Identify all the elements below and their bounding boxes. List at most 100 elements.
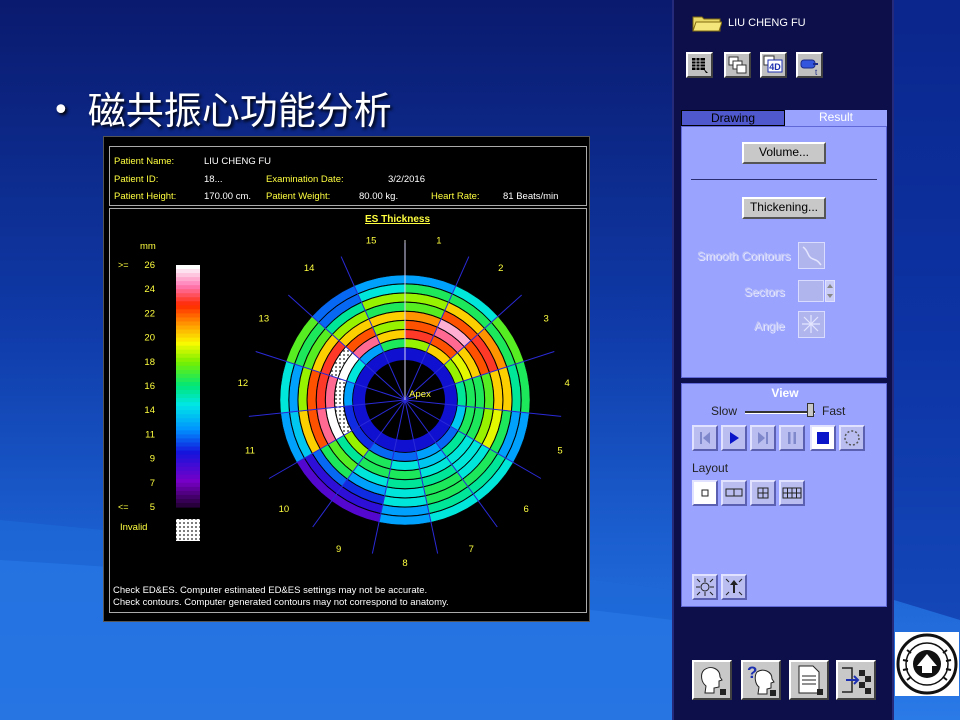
- invalid-label: Invalid: [120, 522, 147, 533]
- volume-button[interactable]: Volume...: [742, 142, 826, 164]
- colorbar-segment: [176, 273, 200, 278]
- thickening-button-label: Thickening...: [749, 200, 819, 214]
- colorbar-tick-label: 24: [144, 284, 155, 295]
- invalid-swatch: [176, 519, 200, 541]
- layout-two-button[interactable]: [721, 480, 747, 506]
- colorbar-le-label: <=: [118, 502, 129, 512]
- colorbar-segment: [176, 418, 200, 423]
- colorbar-segment: [176, 498, 200, 504]
- sector-label: 3: [544, 314, 549, 325]
- speed-slider-track[interactable]: [745, 411, 815, 414]
- colorbar-segment: [176, 386, 200, 391]
- bullseye-chart: mm2624222018161411975>=<=Invalid15 123456…: [118, 236, 570, 569]
- patient-height-value: 170.00 cm.: [204, 191, 251, 202]
- sector-label: 7: [469, 544, 474, 555]
- tab-drawing[interactable]: Drawing: [681, 110, 785, 126]
- smooth-contours-button[interactable]: [798, 242, 825, 269]
- pause-button[interactable]: [779, 425, 805, 451]
- colorbar-segment: [176, 458, 200, 464]
- colorbar-segment: [176, 410, 200, 415]
- patient-name-label: Patient Name:: [114, 156, 175, 167]
- document-icon: [798, 665, 823, 695]
- 4d-label: 4D: [769, 62, 781, 72]
- layout-eight-icon: [782, 487, 802, 499]
- stop-button[interactable]: [810, 425, 836, 451]
- patient-id-value: 18...: [204, 174, 223, 185]
- colorbar-segment: [176, 466, 200, 472]
- patient-folder[interactable]: LIU CHENG FU: [692, 14, 806, 32]
- play-button[interactable]: [721, 425, 747, 451]
- speed-slider-thumb[interactable]: [807, 403, 814, 417]
- zoom-region-button[interactable]: [692, 574, 718, 600]
- colorbar-segment: [176, 349, 200, 355]
- colorbar-segment: [176, 285, 200, 290]
- sectors-spinner-field[interactable]: [798, 280, 824, 302]
- step-back-button[interactable]: [692, 425, 718, 451]
- time-view-button[interactable]: t: [796, 52, 823, 78]
- angle-star-icon: [802, 315, 820, 333]
- grid-view-button[interactable]: [686, 52, 713, 78]
- help-button[interactable]: ?: [741, 660, 781, 700]
- sector-label: 12: [238, 378, 249, 389]
- angle-button[interactable]: [798, 311, 825, 338]
- colorbar-tick-label: 11: [145, 429, 155, 440]
- loop-button[interactable]: [839, 425, 865, 451]
- sectors-spinner-arrows[interactable]: [825, 280, 835, 302]
- heart-rate-value: 81 Beats/min: [503, 191, 559, 202]
- colorbar-tick-label: 5: [150, 502, 155, 513]
- locate-region-button[interactable]: [721, 574, 747, 600]
- view-title: View: [771, 386, 799, 400]
- colorbar-segment: [176, 422, 200, 427]
- colorbar-segment: [176, 450, 200, 456]
- angle-label: Angle: [754, 319, 785, 333]
- colorbar-segment: [176, 305, 200, 310]
- colorbar-segment: [176, 470, 200, 476]
- layout-four-button[interactable]: [750, 480, 776, 506]
- colorbar-segment: [176, 361, 200, 367]
- colorbar-segment: [176, 329, 200, 335]
- fast-label: Fast: [822, 404, 846, 418]
- panel-tabs: Drawing Result: [681, 110, 887, 126]
- colorbar-segment: [176, 478, 200, 484]
- seal-emblem-icon: [896, 633, 958, 695]
- exit-button[interactable]: [836, 660, 876, 700]
- 4d-icon: 4D: [763, 55, 783, 73]
- tab-result[interactable]: Result: [785, 110, 887, 126]
- volume-button-label: Volume...: [758, 145, 810, 159]
- colorbar-segment: [176, 426, 200, 431]
- colorbar-tick-label: 20: [144, 333, 155, 344]
- layout-eight-button[interactable]: [779, 480, 805, 506]
- 4d-view-button[interactable]: 4D: [760, 52, 787, 78]
- colorbar-segment: [176, 474, 200, 480]
- colorbar-tick-label: 7: [150, 478, 155, 489]
- colorbar-segment: [176, 394, 200, 399]
- layout-single-button[interactable]: [692, 480, 718, 506]
- slide-title-text: 磁共振心功能分析: [87, 89, 392, 133]
- multi-image-button[interactable]: [724, 52, 751, 78]
- colorbar-unit: mm: [140, 241, 156, 252]
- step-forward-button[interactable]: [750, 425, 776, 451]
- colorbar-segment: [176, 357, 200, 363]
- stop-icon: [817, 432, 829, 444]
- report-button[interactable]: [789, 660, 829, 700]
- review-button[interactable]: [692, 660, 732, 700]
- patient-weight-value: 80.00 kg.: [359, 191, 399, 202]
- sector-label: 8: [402, 558, 407, 569]
- colorbar-segment: [176, 390, 200, 395]
- colorbar-segment: [176, 377, 200, 383]
- control-panel: LIU CHENG FU 4D t Drawing Result Volume.…: [672, 0, 894, 720]
- thickening-button[interactable]: Thickening...: [742, 197, 826, 219]
- bullet-mark: •: [52, 93, 70, 128]
- colorbar-segment: [176, 454, 200, 460]
- exam-date-label: Examination Date:: [266, 174, 344, 185]
- colorbar-segment: [176, 369, 200, 375]
- colorbar-segment: [176, 373, 200, 379]
- sector-label: 14: [304, 263, 315, 274]
- sector-label: 15: [366, 236, 377, 247]
- layout-single-icon: [701, 489, 709, 497]
- smooth-curve-icon: [802, 246, 822, 266]
- colorbar-segment: [176, 490, 200, 496]
- panel-user-name: LIU CHENG FU: [728, 17, 806, 29]
- step-back-icon: [700, 432, 710, 444]
- colorbar-segment: [176, 345, 200, 351]
